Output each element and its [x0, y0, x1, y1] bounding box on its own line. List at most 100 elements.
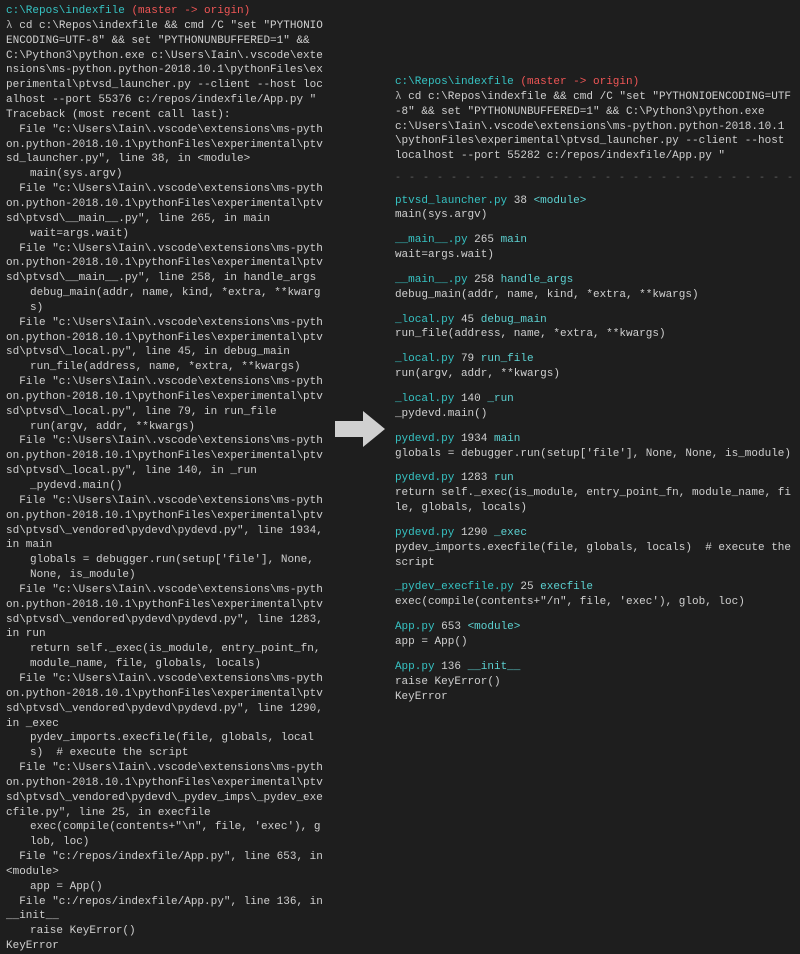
- frame-code: main(sys.argv): [395, 208, 794, 223]
- trace-file-line: File "c:\Users\Iain\.vscode\extensions\m…: [6, 182, 325, 227]
- traceback-header: Traceback (most recent call last):: [6, 108, 325, 123]
- frame-code: globals = debugger.run(setup['file'], No…: [395, 447, 794, 462]
- frame-function: run: [494, 472, 514, 484]
- terminal-compare-view: c:\Repos\indexfile (master -> origin) λ …: [0, 0, 800, 858]
- frame-header: _local.py 140 _run: [395, 392, 794, 407]
- simplified-frame: pydevd.py 1283 runreturn self._exec(is_m…: [395, 471, 794, 516]
- frame-filename: __main__.py: [395, 234, 468, 246]
- trace-code-line: exec(compile(contents+"\n", file, 'exec'…: [6, 820, 325, 850]
- simplified-frame: ptvsd_launcher.py 38 <module>main(sys.ar…: [395, 194, 794, 224]
- frame-function: run_file: [481, 353, 534, 365]
- frame-code: _pydevd.main(): [395, 407, 794, 422]
- frame-code: debug_main(addr, name, kind, *extra, **k…: [395, 288, 794, 303]
- command-text: cd c:\Repos\indexfile && cmd /C "set "PY…: [6, 20, 323, 106]
- frame-lineno: 1934: [454, 433, 494, 445]
- frame-lineno: 140: [454, 393, 487, 405]
- trace-code-line: app = App(): [6, 880, 325, 895]
- frame-header: _local.py 45 debug_main: [395, 313, 794, 328]
- frame-filename: _pydev_execfile.py: [395, 581, 514, 593]
- frame-lineno: 1283: [454, 472, 494, 484]
- frame-header: pydevd.py 1290 _exec: [395, 526, 794, 541]
- simplified-frame: _local.py 79 run_file run(argv, addr, **k…: [395, 352, 794, 382]
- frame-filename: pydevd.py: [395, 433, 454, 445]
- prompt-path: c:\Repos\indexfile: [6, 5, 125, 17]
- frame-function: <module>: [468, 621, 521, 633]
- error-line: KeyError: [6, 939, 325, 954]
- trace-code-line: _pydevd.main(): [6, 479, 325, 494]
- simplified-frame: _local.py 45 debug_mainrun_file(address,…: [395, 313, 794, 343]
- trace-code-line: return self._exec(is_module, entry_point…: [6, 642, 325, 672]
- frame-code: return self._exec(is_module, entry_point…: [395, 486, 794, 516]
- left-terminal[interactable]: c:\Repos\indexfile (master -> origin) λ …: [0, 0, 331, 858]
- frame-header: __main__.py 258 handle_args: [395, 273, 794, 288]
- trace-file-line: File "c:\Users\Iain\.vscode\extensions\m…: [6, 672, 325, 731]
- trace-code-line: debug_main(addr, name, kind, *extra, **k…: [6, 286, 325, 316]
- frame-function: <module>: [534, 195, 587, 207]
- prompt-line-right: c:\Repos\indexfile (master -> origin): [395, 75, 794, 90]
- frame-code: run_file(address, name, *extra, **kwargs…: [395, 327, 794, 342]
- lambda-prompt: λ: [395, 91, 402, 103]
- frame-filename: _local.py: [395, 314, 454, 326]
- frame-function: execfile: [540, 581, 593, 593]
- separator: - - - - - - - - - - - - - - - - - - - - …: [395, 172, 794, 186]
- trace-file-line: File "c:\Users\Iain\.vscode\extensions\m…: [6, 375, 325, 420]
- frame-code: raise KeyError() KeyError: [395, 675, 794, 705]
- command-line-left: λ cd c:\Repos\indexfile && cmd /C "set "…: [6, 19, 325, 108]
- frame-lineno: 265: [468, 234, 501, 246]
- simplified-frame: __main__.py 265 mainwait=args.wait): [395, 233, 794, 263]
- trace-file-line: File "c:\Users\Iain\.vscode\extensions\m…: [6, 494, 325, 553]
- trace-code-line: wait=args.wait): [6, 227, 325, 242]
- arrow-column: [331, 0, 389, 858]
- trace-file-line: File "c:\Users\Iain\.vscode\extensions\m…: [6, 761, 325, 820]
- frame-function: main: [494, 433, 520, 445]
- frame-code: pydev_imports.execfile(file, globals, lo…: [395, 541, 794, 571]
- frame-header: _pydev_execfile.py 25 execfile: [395, 580, 794, 595]
- trace-file-line: File "c:/repos/indexfile/App.py", line 6…: [6, 850, 325, 880]
- frame-lineno: 25: [514, 581, 540, 593]
- simplified-frame: pydevd.py 1290 _execpydev_imports.execfi…: [395, 526, 794, 571]
- frame-header: pydevd.py 1934 main: [395, 432, 794, 447]
- frame-filename: __main__.py: [395, 274, 468, 286]
- trace-file-line: File "c:\Users\Iain\.vscode\extensions\m…: [6, 123, 325, 168]
- prompt-branch: (master -> origin): [131, 5, 250, 17]
- frame-function: _run: [487, 393, 513, 405]
- right-terminal[interactable]: c:\Repos\indexfile (master -> origin) λ …: [389, 0, 800, 858]
- frame-header: __main__.py 265 main: [395, 233, 794, 248]
- frame-function: _exec: [494, 527, 527, 539]
- arrow-right-icon: [335, 409, 385, 449]
- frame-function: debug_main: [481, 314, 547, 326]
- frame-filename: ptvsd_launcher.py: [395, 195, 507, 207]
- simplified-frame: App.py 653 <module>app = App(): [395, 620, 794, 650]
- trace-file-line: File "c:\Users\Iain\.vscode\extensions\m…: [6, 434, 325, 479]
- simplified-frame: _local.py 140 _run_pydevd.main(): [395, 392, 794, 422]
- frame-lineno: 258: [468, 274, 501, 286]
- frame-code: app = App(): [395, 635, 794, 650]
- frame-code: run(argv, addr, **kwargs): [395, 367, 794, 382]
- frame-lineno: 136: [435, 661, 468, 673]
- frame-filename: pydevd.py: [395, 527, 454, 539]
- frame-filename: _local.py: [395, 353, 454, 365]
- frame-lineno: 38: [507, 195, 533, 207]
- simplified-frames: ptvsd_launcher.py 38 <module>main(sys.ar…: [395, 194, 794, 705]
- frame-header: App.py 136 __init__: [395, 660, 794, 675]
- trace-code-line: run_file(address, name, *extra, **kwargs…: [6, 360, 325, 375]
- prompt-line-left: c:\Repos\indexfile (master -> origin): [6, 4, 325, 19]
- frame-function: main: [501, 234, 527, 246]
- trace-code-line: raise KeyError(): [6, 924, 325, 939]
- traceback-frames: File "c:\Users\Iain\.vscode\extensions\m…: [6, 123, 325, 939]
- trace-file-line: File "c:\Users\Iain\.vscode\extensions\m…: [6, 242, 325, 287]
- frame-filename: App.py: [395, 661, 435, 673]
- frame-filename: pydevd.py: [395, 472, 454, 484]
- frame-header: App.py 653 <module>: [395, 620, 794, 635]
- simplified-frame: __main__.py 258 handle_argsdebug_main(ad…: [395, 273, 794, 303]
- frame-code: exec(compile(contents+"/n", file, 'exec'…: [395, 595, 794, 610]
- trace-code-line: globals = debugger.run(setup['file'], No…: [6, 553, 325, 583]
- frame-code: wait=args.wait): [395, 248, 794, 263]
- trace-file-line: File "c:\Users\Iain\.vscode\extensions\m…: [6, 583, 325, 642]
- frame-header: pydevd.py 1283 run: [395, 471, 794, 486]
- frame-lineno: 79: [454, 353, 480, 365]
- trace-code-line: run(argv, addr, **kwargs): [6, 420, 325, 435]
- frame-filename: _local.py: [395, 393, 454, 405]
- frame-function: __init__: [468, 661, 521, 673]
- trace-code-line: main(sys.argv): [6, 167, 325, 182]
